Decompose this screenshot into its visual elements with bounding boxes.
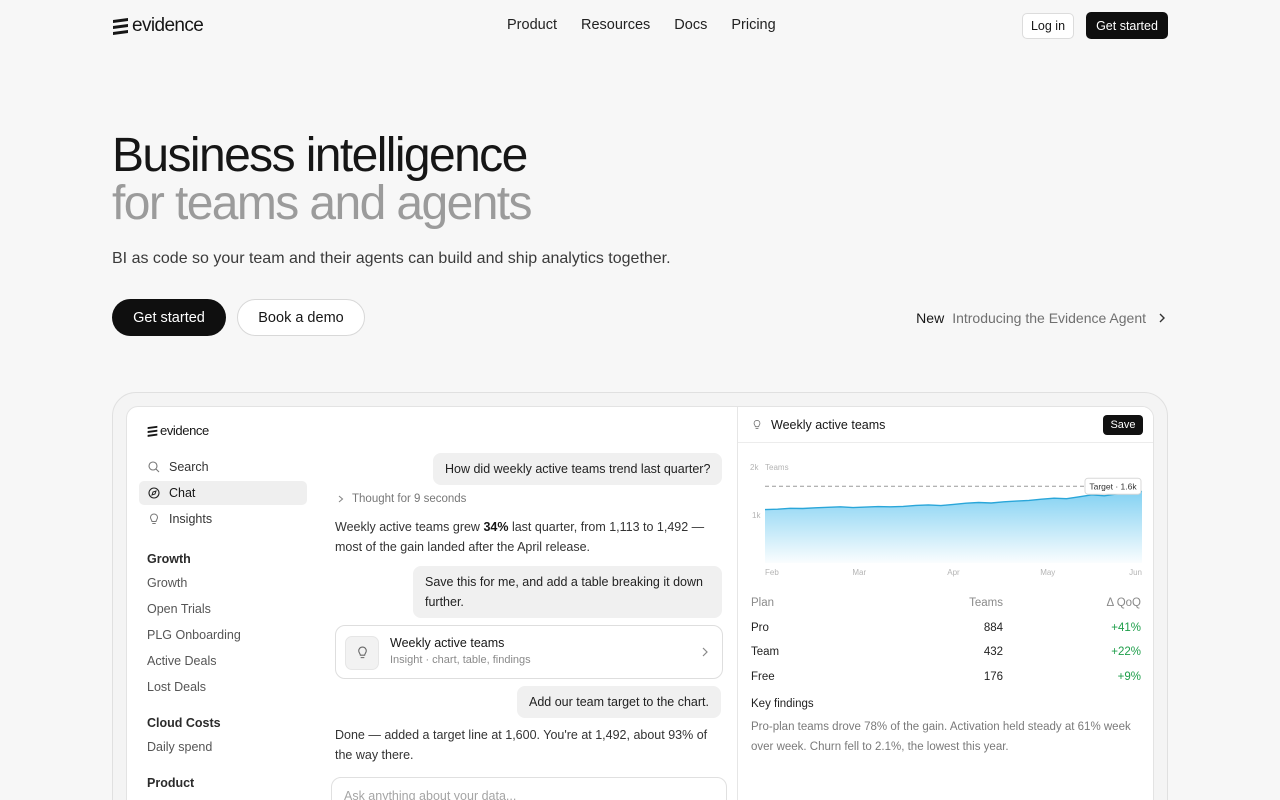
y-tick-label: 1k <box>752 511 761 520</box>
brand-logo[interactable]: evidence <box>112 15 204 36</box>
announcement-text: Introducing the Evidence Agent <box>952 310 1146 326</box>
insight-card-title: Weekly active teams <box>390 636 505 650</box>
table-cell: Pro <box>751 621 769 634</box>
assistant-message: Done — added a target line at 1,600. You… <box>335 728 708 762</box>
announcement-link[interactable]: New Introducing the Evidence Agent <box>916 310 1168 326</box>
nav-link-pricing[interactable]: Pricing <box>731 17 775 33</box>
lightbulb-icon <box>149 513 159 524</box>
chat-input[interactable]: Ask anything about your data... <box>331 777 727 800</box>
table-header-delta: Δ QoQ <box>1106 597 1141 609</box>
sidebar-link-active-deals[interactable]: Active Deals <box>147 654 216 668</box>
y-axis-label: Teams <box>765 463 789 472</box>
panel-header: Weekly active teams Save <box>738 407 1153 443</box>
top-nav: evidence Product Resources Docs Pricing … <box>0 0 1280 52</box>
app-window: evidence Search Chat Insights Growth Gro… <box>126 406 1154 800</box>
assistant-message: Weekly active teams grew 34% last quarte… <box>335 520 705 554</box>
insight-panel: Weekly active teams Save Target · 1.6k Te… <box>737 407 1153 800</box>
save-button[interactable]: Save <box>1103 415 1143 435</box>
sidebar-link-plg-onboarding[interactable]: PLG Onboarding <box>147 628 241 642</box>
table-cell: +41% <box>1111 621 1141 634</box>
user-message: Save this for me, and add a table breaki… <box>413 566 722 618</box>
chevron-right-icon <box>702 647 708 657</box>
table-row: Free 176 +9% <box>751 665 1143 690</box>
sidebar-item-chat[interactable]: Chat <box>139 481 307 505</box>
x-tick-label: Apr <box>947 568 960 577</box>
hero-subtitle: BI as code so your team and their agents… <box>112 250 671 267</box>
app-brand-logo[interactable]: evidence <box>147 423 209 438</box>
chevron-right-icon <box>338 495 344 503</box>
table-cell: Free <box>751 670 775 683</box>
plan-table: Plan Teams Δ QoQ Pro 884 +41% Team 432 +… <box>751 591 1143 689</box>
search-icon <box>148 461 160 473</box>
hero-get-started-button[interactable]: Get started <box>112 299 226 336</box>
nav-links: Product Resources Docs Pricing <box>507 17 776 33</box>
lightbulb-icon <box>357 646 367 659</box>
table-cell: 432 <box>983 646 1003 658</box>
x-tick-label: Feb <box>765 568 779 577</box>
nav-link-docs[interactable]: Docs <box>674 17 707 33</box>
panel-title: Weekly active teams <box>771 418 886 432</box>
evidence-logo-icon <box>113 18 128 35</box>
announcement-tag: New <box>916 310 945 326</box>
insight-card-icon <box>345 636 379 670</box>
findings-title: Key findings <box>751 698 814 710</box>
sidebar-item-label: Chat <box>169 486 196 500</box>
sidebar-link-daily-spend[interactable]: Daily spend <box>147 740 212 754</box>
evidence-logo-icon <box>147 425 158 437</box>
user-message: How did weekly active teams trend last q… <box>433 453 723 485</box>
table-cell: Team <box>751 646 780 658</box>
insight-card-subtitle: Insight · chart, table, findings <box>390 654 531 666</box>
chat-icon <box>148 487 160 499</box>
hero-title-line1: Business intelligence <box>112 129 528 182</box>
table-row: Pro 884 +41% <box>751 616 1143 641</box>
sidebar-section-cloud-costs: Cloud Costs <box>147 716 221 730</box>
hero-title-line2: for teams and agents <box>112 177 533 230</box>
table-header-plan: Plan <box>751 597 775 609</box>
login-button[interactable]: Log in <box>1022 13 1074 39</box>
sidebar-section-product: Product <box>147 776 195 790</box>
x-tick-label: Jun <box>1129 568 1142 577</box>
sidebar-item-label: Search <box>169 460 209 474</box>
book-demo-button[interactable]: Book a demo <box>237 299 365 336</box>
thought-label: Thought for 9 seconds <box>352 493 467 505</box>
target-label: Target · 1.6k <box>1089 482 1137 492</box>
table-cell: 884 <box>983 621 1003 634</box>
y-tick-label: 2k <box>750 463 759 472</box>
table-row: Team 432 +22% <box>751 640 1143 665</box>
sidebar-section-growth: Growth <box>147 552 191 566</box>
sidebar-item-label: Insights <box>169 512 213 526</box>
x-tick-label: Mar <box>852 568 866 577</box>
insight-card[interactable]: Weekly active teams Insight · chart, tab… <box>335 625 723 679</box>
user-message: Add our team target to the chart. <box>517 686 721 718</box>
sidebar-link-growth[interactable]: Growth <box>147 576 187 590</box>
highlight-value: 34% <box>483 520 509 534</box>
thought-toggle[interactable]: Thought for 9 seconds <box>337 493 466 505</box>
x-tick-label: May <box>1040 568 1055 577</box>
table-cell: 176 <box>983 670 1003 683</box>
sidebar-item-insights[interactable]: Insights <box>139 507 307 531</box>
table-cell: +9% <box>1117 670 1141 683</box>
nav-get-started-button[interactable]: Get started <box>1086 12 1168 39</box>
table-header-teams: Teams <box>969 597 1003 609</box>
nav-link-product[interactable]: Product <box>507 17 557 33</box>
sidebar-link-open-trials[interactable]: Open Trials <box>147 602 211 616</box>
chevron-right-icon <box>1159 313 1165 323</box>
app-brand-name: evidence <box>160 423 209 438</box>
weekly-active-teams-chart: Target · 1.6k Teams 2k 1k Feb Mar Apr May Jun <box>750 463 1143 577</box>
table-cell: +22% <box>1111 646 1141 658</box>
findings-text: Pro-plan teams drove 78% of the gain. Ac… <box>751 721 1131 753</box>
sidebar-item-search[interactable]: Search <box>139 455 307 479</box>
sidebar-link-lost-deals[interactable]: Lost Deals <box>147 680 206 694</box>
nav-link-resources[interactable]: Resources <box>581 17 650 33</box>
lightbulb-icon <box>753 419 761 429</box>
table-header: Plan Teams Δ QoQ <box>751 591 1143 616</box>
series-area <box>765 491 1142 563</box>
brand-name: evidence <box>132 15 204 36</box>
